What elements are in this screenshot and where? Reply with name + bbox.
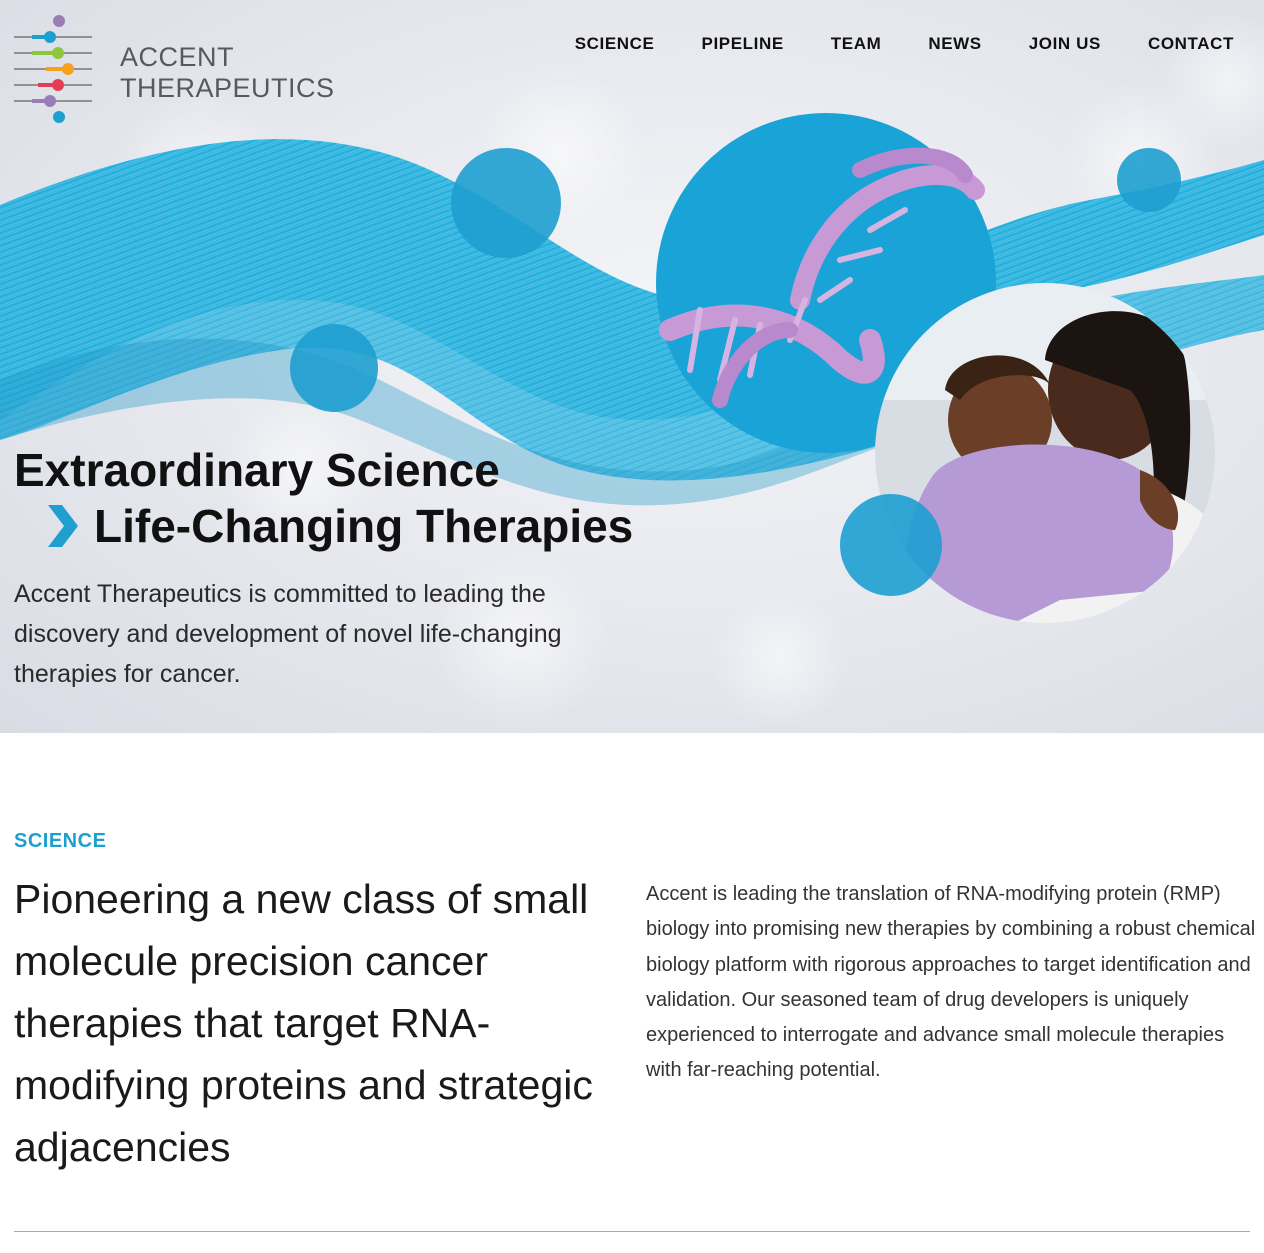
logo-line-2: THERAPEUTICS [120,73,335,103]
nav-link-news[interactable]: NEWS [928,34,981,54]
nav-link-join-us[interactable]: JOIN US [1029,34,1101,54]
accent-circle [1117,148,1181,212]
logo-line-1: ACCENT [120,42,235,72]
logo-mark-icon [14,15,92,123]
hero-description: Accent Therapeutics is committed to lead… [14,580,562,688]
hero-section: ACCENT THERAPEUTICS SCIENCE PIPELINE TEA… [0,0,1264,733]
accent-circle [840,494,942,596]
section-divider [14,1231,1250,1232]
nav-link-science[interactable]: SCIENCE [575,34,655,54]
chevron-right-icon [48,505,78,547]
accent-circle [290,324,378,412]
nav-link-team[interactable]: TEAM [831,34,882,54]
nav-link-pipeline[interactable]: PIPELINE [702,34,784,54]
headline-line-1: Extraordinary Science [14,444,500,496]
section-title: Pioneering a new class of small molecule… [14,876,593,1170]
hero-headline: Extraordinary Science Life-Changing Ther… [14,442,633,554]
section-label: SCIENCE [14,830,107,852]
logo-wordmark: ACCENT THERAPEUTICS [120,42,335,104]
main-nav: SCIENCE PIPELINE TEAM NEWS JOIN US CONTA… [575,34,1234,54]
brand-logo[interactable]: ACCENT THERAPEUTICS [12,14,334,129]
headline-line-2: Life-Changing Therapies [94,500,634,552]
accent-circle [451,148,561,258]
headline-line-2-row: Life-Changing Therapies [14,498,633,554]
section-description: Accent is leading the translation of RNA… [646,883,1256,1082]
nav-link-contact[interactable]: CONTACT [1148,34,1234,54]
